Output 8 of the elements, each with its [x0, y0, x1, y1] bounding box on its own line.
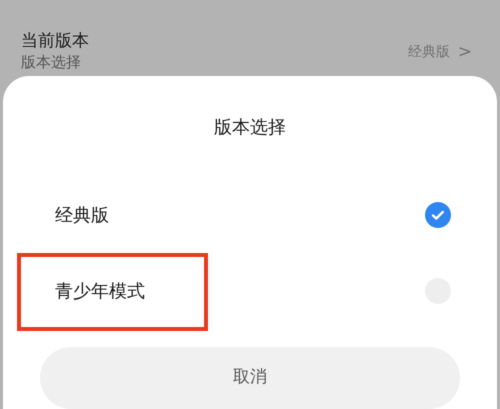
setting-title: 当前版本: [21, 30, 90, 52]
option-label[interactable]: 经典版: [55, 202, 425, 228]
radio-checked-icon[interactable]: [425, 202, 451, 228]
dialog-title: 版本选择: [214, 116, 286, 140]
cancel-button[interactable]: 取消: [40, 347, 460, 409]
option-label[interactable]: 青少年模式: [55, 278, 425, 304]
setting-subtitle: 版本选择: [21, 52, 82, 72]
chevron-icon: >: [458, 40, 472, 66]
